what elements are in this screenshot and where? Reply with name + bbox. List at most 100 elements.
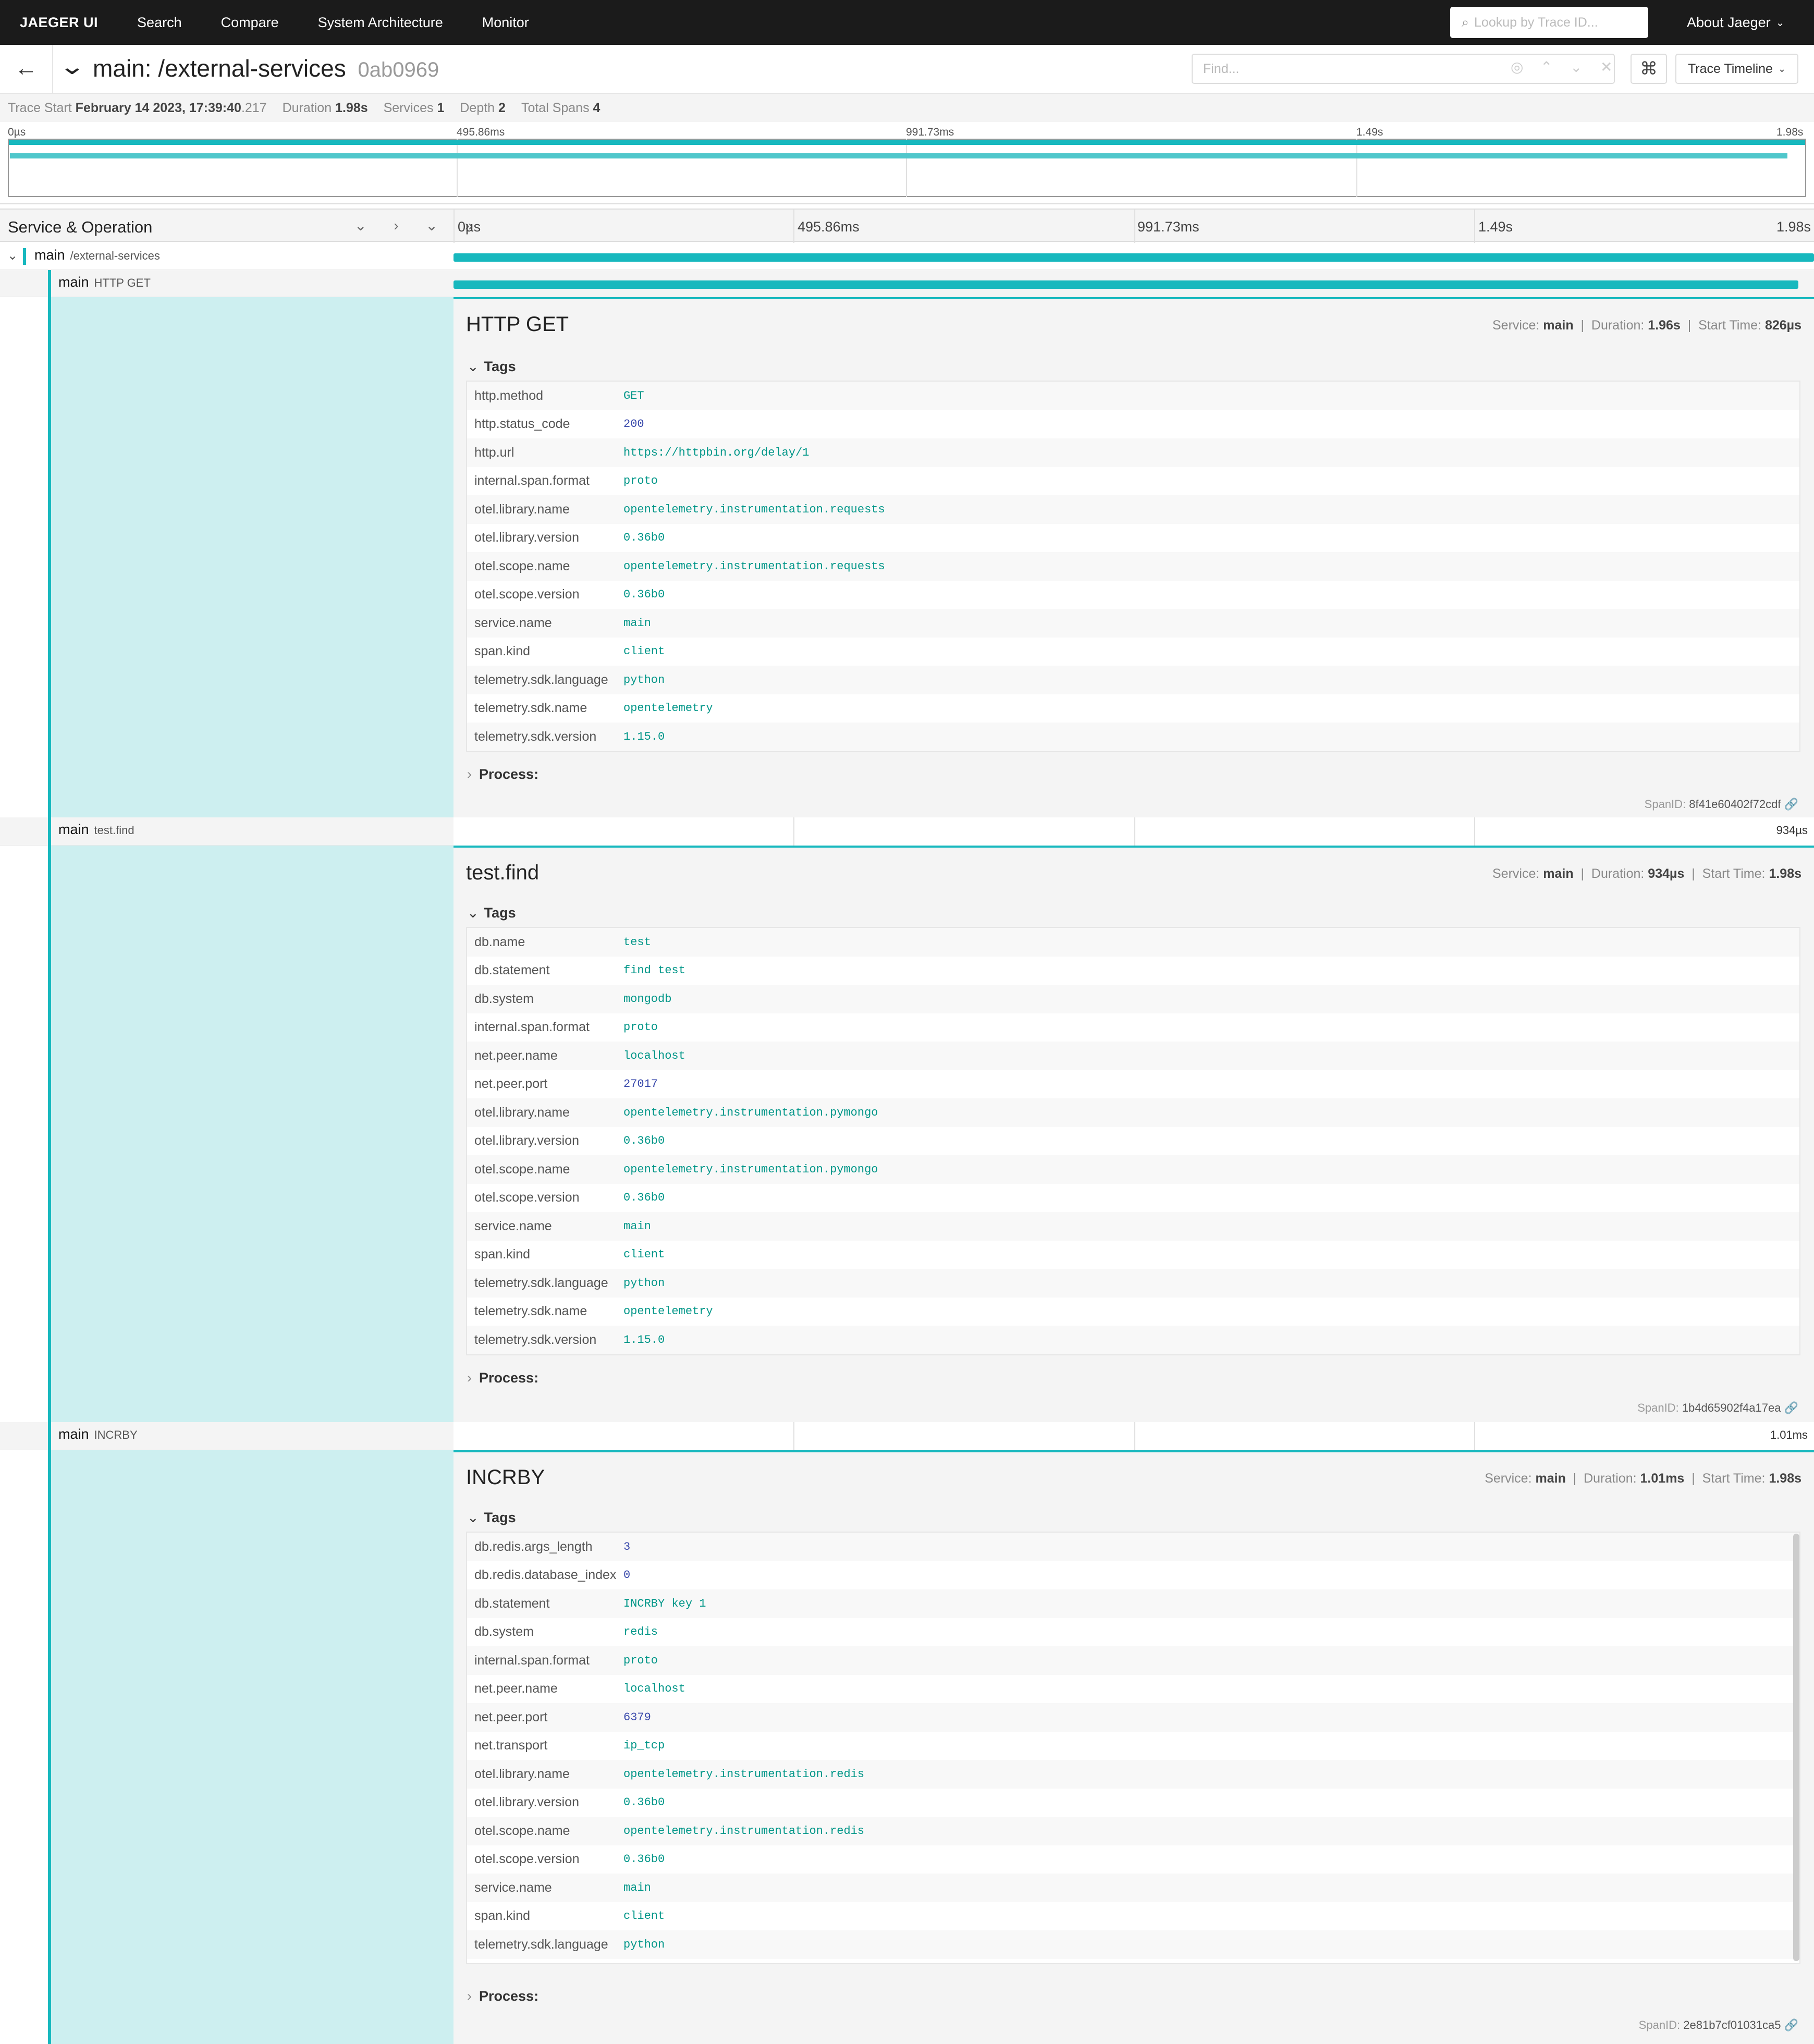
trace-title[interactable]: main: /external-services 0ab0969 [93,54,439,82]
tag-row[interactable]: net.peer.port 27017 [467,1070,1799,1099]
link-icon: 🔗 [1784,2018,1798,2031]
tag-row[interactable]: telemetry.sdk.name opentelemetry [467,694,1799,723]
tag-row[interactable]: db.system redis [467,1618,1799,1647]
close-icon[interactable]: ✕ [1600,58,1612,76]
span-timeline-cell[interactable] [454,1422,1814,1450]
nav-compare[interactable]: Compare [221,15,279,31]
trace-minimap[interactable]: 0µs 495.86ms 991.73ms 1.49s 1.98s [0,122,1814,204]
tag-row[interactable]: internal.span.format proto [467,1013,1799,1042]
tags-toggle[interactable]: ⌄ Tags [467,1510,516,1526]
tag-row[interactable]: db.statement find test [467,957,1799,985]
tag-value: 0.36b0 [623,1134,665,1148]
chevron-right-icon: › [467,1370,472,1386]
span-row-test-find[interactable]: main test.find 934µs [0,817,1814,846]
nav-monitor[interactable]: Monitor [482,15,529,31]
tag-row[interactable]: http.method GET [467,382,1799,410]
column-divider[interactable] [454,210,455,243]
tag-key: net.peer.port [474,1076,548,1092]
tag-row[interactable]: span.kind client [467,638,1799,666]
tag-row[interactable]: telemetry.sdk.version 1.15.0 [467,1326,1799,1354]
tag-row[interactable]: span.kind client [467,1241,1799,1269]
tags-table[interactable]: db.redis.args_length 3 db.redis.database_i… [466,1532,1800,1964]
chevron-down-icon[interactable]: ⌄ [7,248,18,263]
span-bar[interactable] [454,280,1798,289]
span-bar[interactable] [454,253,1814,262]
back-arrow-icon[interactable]: ← [15,55,38,81]
tags-toggle[interactable]: ⌄ Tags [467,359,516,375]
process-toggle[interactable]: › Process: [467,1370,538,1386]
tag-row[interactable]: net.peer.port 6379 [467,1703,1799,1732]
span-row-incrby[interactable]: main INCRBY 1.01ms [0,1422,1814,1450]
span-id[interactable]: SpanID: 1b4d65902f4a17ea 🔗 [1637,1401,1798,1415]
tag-row[interactable]: otel.scope.version 0.36b0 [467,1184,1799,1213]
tag-row[interactable]: otel.scope.name opentelemetry.instrumenta… [467,1155,1799,1184]
tag-row[interactable]: db.redis.database_index 0 [467,1561,1799,1590]
tag-row[interactable]: service.name main [467,1212,1799,1241]
tag-row[interactable]: span.kind client [467,1902,1799,1931]
process-toggle[interactable]: › Process: [467,766,538,782]
tag-key: service.name [474,1880,552,1895]
tag-row[interactable]: service.name main [467,1874,1799,1902]
tag-row[interactable]: telemetry.sdk.language python [467,1269,1799,1298]
tag-row[interactable]: otel.library.name opentelemetry.instrumen… [467,495,1799,524]
span-timeline-cell[interactable] [454,817,1814,846]
chevron-down-icon: ⌄ [467,905,479,921]
span-detail-meta: Service: main | Duration: 1.01ms | Start… [1485,1471,1801,1486]
tag-value: mongodb [623,992,672,1006]
tag-row[interactable]: db.statement INCRBY key 1 [467,1589,1799,1618]
view-selector-label: Trace Timeline [1687,61,1773,76]
chevron-down-icon[interactable]: ⌄ [1570,58,1582,76]
tag-row[interactable]: otel.library.version 0.36b0 [467,1789,1799,1817]
tag-row[interactable]: otel.library.version 0.36b0 [467,524,1799,553]
about-jaeger-menu[interactable]: About Jaeger ⌄ [1687,0,1784,45]
span-id[interactable]: SpanID: 2e81b7cf01031ca5 🔗 [1639,2018,1798,2032]
tag-row[interactable]: http.url https://httpbin.org/delay/1 [467,438,1799,467]
process-toggle[interactable]: › Process: [467,1988,538,2004]
tag-row[interactable]: otel.scope.version 0.36b0 [467,1845,1799,1874]
target-icon[interactable]: ◎ [1511,58,1523,76]
tag-row[interactable]: otel.library.version 0.36b0 [467,1127,1799,1156]
tag-row[interactable]: internal.span.format proto [467,1646,1799,1675]
minimap-viewport[interactable] [8,139,1806,197]
tag-row[interactable]: db.redis.args_length 3 [467,1533,1799,1561]
chevron-up-icon[interactable]: ⌃ [1540,58,1552,76]
tag-row[interactable]: db.system mongodb [467,985,1799,1013]
tag-key: db.statement [474,1596,550,1611]
nav-system-architecture[interactable]: System Architecture [318,15,443,31]
tag-row[interactable]: otel.library.name opentelemetry.instrumen… [467,1098,1799,1127]
tag-row[interactable]: telemetry.sdk.language python [467,1930,1799,1959]
span-row-http-get[interactable]: main HTTP GET [0,270,1814,297]
tag-row[interactable]: http.status_code 200 [467,410,1799,439]
tag-row[interactable]: telemetry.sdk.language python [467,666,1799,694]
tags-scrollbar[interactable] [1793,1534,1799,1961]
tag-row[interactable]: telemetry.sdk.version 1.15.0 [467,723,1799,751]
collapse-chevron-icon[interactable]: ⌄ [59,53,86,80]
tag-value: https://httpbin.org/delay/1 [623,446,810,459]
span-row-root[interactable]: ⌄ main/external-services [0,243,1814,270]
minimap-tick: 1.98s [1776,126,1804,138]
tag-row[interactable]: net.peer.name localhost [467,1675,1799,1704]
minimap-gridline [1356,139,1357,197]
tag-row[interactable]: db.name test [467,928,1799,957]
tag-key: telemetry.sdk.version [474,1332,597,1347]
tag-row[interactable]: otel.scope.name opentelemetry.instrumenta… [467,552,1799,581]
keyboard-shortcuts-button[interactable]: ⌘ [1631,54,1667,84]
view-selector-dropdown[interactable]: Trace Timeline ⌄ [1675,54,1798,84]
tag-row[interactable]: net.peer.name localhost [467,1042,1799,1070]
trace-id-lookup-input[interactable]: ⌕ Lookup by Trace ID... [1450,7,1648,38]
brand-logo[interactable]: JAEGER UI [20,15,98,31]
tag-key: otel.library.version [474,1795,580,1810]
tags-toggle[interactable]: ⌄ Tags [467,905,516,921]
span-id[interactable]: SpanID: 8f41e60402f72cdf 🔗 [1645,798,1798,811]
tag-row[interactable]: net.transport ip_tcp [467,1732,1799,1760]
tag-row[interactable]: service.name main [467,609,1799,638]
tag-row[interactable]: telemetry.sdk.name opentelemetry [467,1298,1799,1326]
tag-key: service.name [474,615,552,630]
tag-row[interactable]: otel.scope.name opentelemetry.instrumenta… [467,1817,1799,1845]
span-detail-indent [48,1450,454,2044]
tag-row[interactable]: otel.scope.version 0.36b0 [467,581,1799,609]
nav-search[interactable]: Search [137,15,182,31]
tag-row[interactable]: internal.span.format proto [467,467,1799,496]
tag-key: telemetry.sdk.language [474,1275,608,1290]
tag-row[interactable]: otel.library.name opentelemetry.instrumen… [467,1760,1799,1789]
